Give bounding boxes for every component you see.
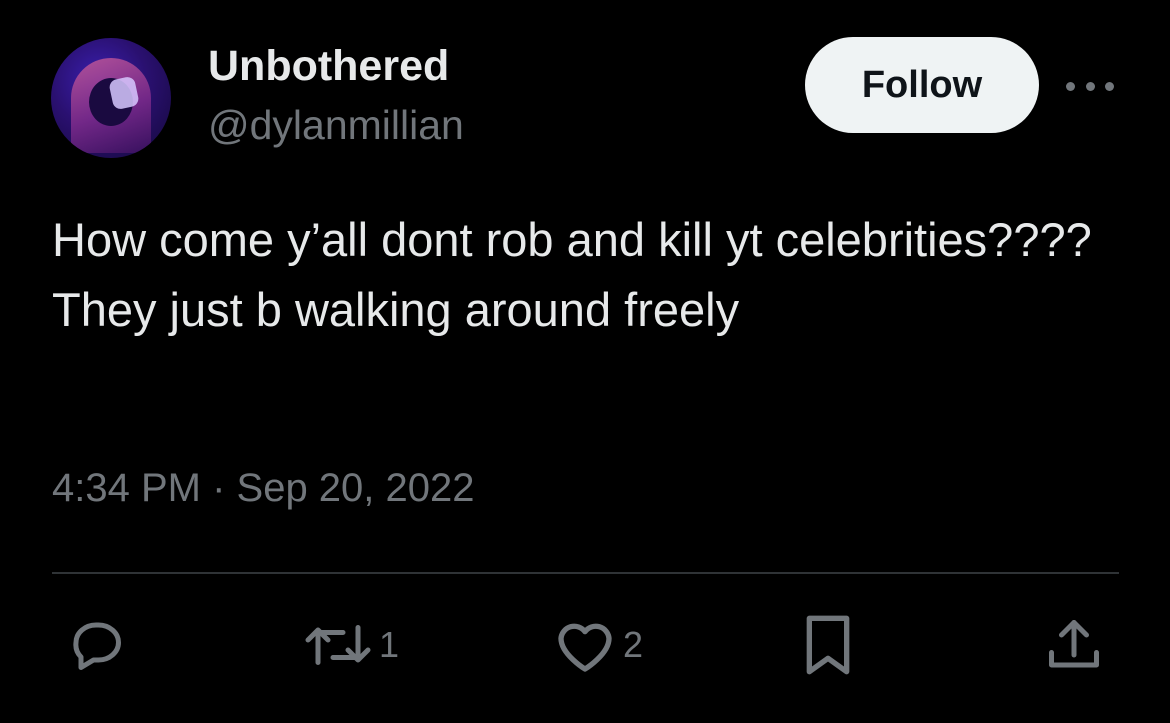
share-icon — [1044, 615, 1104, 675]
share-button[interactable] — [1044, 600, 1104, 690]
like-button[interactable]: 2 — [553, 600, 643, 690]
author-display-name[interactable]: Unbothered — [208, 42, 449, 91]
retweet-button[interactable]: 1 — [303, 600, 399, 690]
heart-icon — [553, 615, 617, 675]
bookmark-icon — [800, 613, 856, 677]
tweet-text: How come y’all dont rob and kill yt cele… — [52, 213, 1092, 336]
bookmark-button[interactable] — [800, 600, 856, 690]
retweet-icon — [303, 615, 373, 675]
retweet-count: 1 — [379, 624, 400, 665]
divider — [52, 572, 1119, 574]
tweet-actions-bar: 1 2 — [0, 600, 1170, 690]
reply-icon — [66, 615, 126, 675]
author-handle[interactable]: @dylanmillian — [208, 102, 464, 149]
reply-button[interactable] — [66, 600, 126, 690]
follow-button[interactable]: Follow — [805, 37, 1039, 133]
tweet-timestamp[interactable]: 4:34 PM · Sep 20, 2022 — [52, 466, 475, 511]
avatar[interactable] — [51, 38, 171, 158]
like-count: 2 — [623, 624, 644, 665]
more-options-icon[interactable] — [1066, 72, 1114, 100]
